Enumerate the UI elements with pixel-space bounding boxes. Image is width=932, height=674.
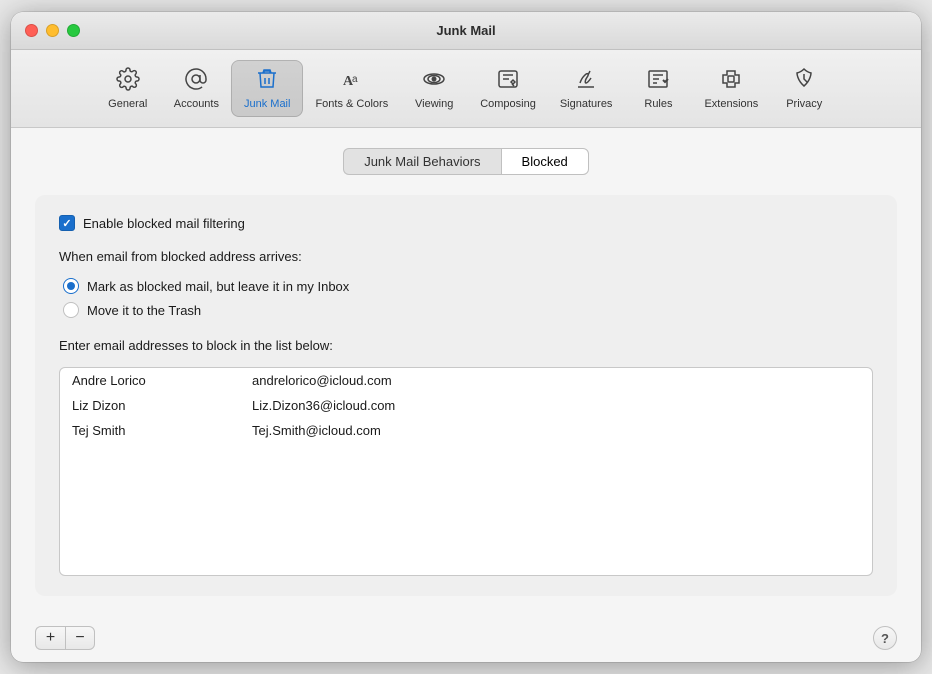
toolbar-item-privacy[interactable]: Privacy — [770, 61, 838, 116]
add-button[interactable]: + — [35, 626, 65, 650]
email-addr-1: Liz.Dizon36@icloud.com — [252, 398, 395, 413]
tab-bar: Junk Mail Behaviors Blocked — [35, 148, 897, 175]
extensions-label: Extensions — [704, 98, 758, 110]
fonts-colors-label: Fonts & Colors — [315, 98, 388, 110]
email-list-inner: Andre Lorico andrelorico@icloud.com Liz … — [60, 368, 872, 575]
signatures-label: Signatures — [560, 98, 613, 110]
settings-panel: Enable blocked mail filtering When email… — [35, 195, 897, 596]
radio-mark-blocked-row: Mark as blocked mail, but leave it in my… — [63, 278, 873, 294]
maximize-button[interactable] — [67, 24, 80, 37]
general-label: General — [108, 98, 147, 110]
titlebar: Junk Mail — [11, 12, 921, 50]
enable-filtering-row: Enable blocked mail filtering — [59, 215, 873, 231]
viewing-icon — [422, 67, 446, 95]
toolbar-item-fonts-colors[interactable]: A a Fonts & Colors — [303, 61, 400, 116]
accounts-label: Accounts — [174, 98, 219, 110]
toolbar-item-accounts[interactable]: Accounts — [162, 61, 231, 116]
content-area: Junk Mail Behaviors Blocked Enable block… — [11, 128, 921, 616]
tab-junk-mail-behaviors[interactable]: Junk Mail Behaviors — [343, 148, 500, 175]
at-icon — [184, 67, 208, 95]
junk-mail-label: Junk Mail — [244, 98, 290, 110]
email-name-2: Tej Smith — [72, 423, 192, 438]
email-name-0: Andre Lorico — [72, 373, 192, 388]
close-button[interactable] — [25, 24, 38, 37]
rules-icon — [646, 67, 670, 95]
minimize-button[interactable] — [46, 24, 59, 37]
email-addr-0: andrelorico@icloud.com — [252, 373, 392, 388]
toolbar-item-viewing[interactable]: Viewing — [400, 61, 468, 116]
viewing-label: Viewing — [415, 98, 453, 110]
toolbar-item-composing[interactable]: Composing — [468, 61, 548, 116]
traffic-lights — [25, 24, 80, 37]
enable-filtering-label: Enable blocked mail filtering — [83, 216, 245, 231]
main-window: Junk Mail General Accounts — [11, 12, 921, 662]
help-button[interactable]: ? — [873, 626, 897, 650]
toolbar-item-general[interactable]: General — [94, 61, 162, 116]
toolbar-item-signatures[interactable]: Signatures — [548, 61, 625, 116]
composing-label: Composing — [480, 98, 536, 110]
window-title: Junk Mail — [436, 23, 495, 38]
privacy-icon — [792, 67, 816, 95]
radio-group: Mark as blocked mail, but leave it in my… — [63, 278, 873, 318]
add-remove-group: + − — [35, 626, 95, 650]
toolbar-item-rules[interactable]: Rules — [624, 61, 692, 116]
composing-icon — [496, 67, 520, 95]
toolbar-item-extensions[interactable]: Extensions — [692, 61, 770, 116]
email-name-1: Liz Dizon — [72, 398, 192, 413]
toolbar-item-junk-mail[interactable]: Junk Mail — [231, 60, 303, 117]
svg-text:a: a — [352, 74, 358, 85]
gear-icon — [116, 67, 140, 95]
toolbar: General Accounts — [11, 50, 921, 128]
enable-filtering-checkbox[interactable] — [59, 215, 75, 231]
radio-move-trash-label: Move it to the Trash — [87, 303, 201, 318]
bottom-bar: + − ? — [11, 616, 921, 662]
privacy-label: Privacy — [786, 98, 822, 110]
remove-button[interactable]: − — [65, 626, 95, 650]
rules-label: Rules — [644, 98, 672, 110]
radio-move-trash[interactable] — [63, 302, 79, 318]
radio-mark-blocked-label: Mark as blocked mail, but leave it in my… — [87, 279, 349, 294]
blocked-address-section-label: When email from blocked address arrives: — [59, 249, 873, 264]
radio-mark-blocked[interactable] — [63, 278, 79, 294]
table-row: Andre Lorico andrelorico@icloud.com — [60, 368, 872, 393]
radio-move-trash-row: Move it to the Trash — [63, 302, 873, 318]
list-section-label: Enter email addresses to block in the li… — [59, 338, 873, 353]
email-list: Andre Lorico andrelorico@icloud.com Liz … — [59, 367, 873, 576]
extensions-icon — [719, 67, 743, 95]
fonts-icon: A a — [340, 67, 364, 95]
email-addr-2: Tej.Smith@icloud.com — [252, 423, 381, 438]
table-row: Tej Smith Tej.Smith@icloud.com — [60, 418, 872, 443]
table-row: Liz Dizon Liz.Dizon36@icloud.com — [60, 393, 872, 418]
junk-mail-icon — [255, 67, 279, 95]
signatures-icon — [574, 67, 598, 95]
tab-blocked[interactable]: Blocked — [501, 148, 589, 175]
